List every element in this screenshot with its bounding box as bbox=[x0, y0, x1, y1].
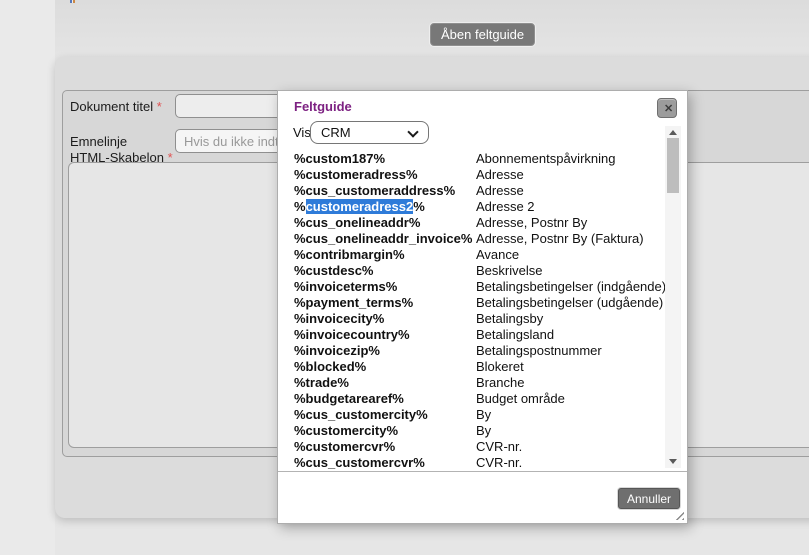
field-desc: Adresse bbox=[476, 167, 524, 183]
field-code[interactable]: %budgetarearef% bbox=[294, 391, 404, 407]
list-item[interactable]: %customeradress% Adresse bbox=[294, 167, 653, 183]
field-desc: Beskrivelse bbox=[476, 263, 542, 279]
list-item[interactable]: %customercity% By bbox=[294, 423, 653, 439]
field-code[interactable]: %cus_customercvr% bbox=[294, 455, 425, 471]
field-code[interactable]: %cus_customeraddress% bbox=[294, 183, 455, 199]
field-code[interactable]: %cus_onelineaddr_invoice% bbox=[294, 231, 472, 247]
field-desc: Blokeret bbox=[476, 359, 524, 375]
field-code[interactable]: %invoicecity% bbox=[294, 311, 384, 327]
list-item[interactable]: %custdesc% Beskrivelse bbox=[294, 263, 653, 279]
list-item[interactable]: %invoicecountry% Betalingsland bbox=[294, 327, 653, 343]
field-code[interactable]: %payment_terms% bbox=[294, 295, 413, 311]
field-code[interactable]: %blocked% bbox=[294, 359, 366, 375]
annuller-button[interactable]: Annuller bbox=[618, 488, 680, 509]
footer-divider bbox=[278, 471, 687, 472]
field-code[interactable]: %customercity% bbox=[294, 423, 398, 439]
field-code[interactable]: %trade% bbox=[294, 375, 349, 391]
list-item[interactable]: %payment_terms%Betalingsbetingelser (udg… bbox=[294, 295, 653, 311]
dialog-title: Feltguide bbox=[294, 99, 352, 114]
field-desc: Adresse, Postnr By bbox=[476, 215, 587, 231]
label-text: Emnelinje bbox=[70, 134, 127, 149]
field-desc: Betalingsby bbox=[476, 311, 543, 327]
scroll-up-icon[interactable] bbox=[669, 130, 677, 135]
list-item[interactable]: %blocked% Blokeret bbox=[294, 359, 653, 375]
list-item[interactable]: %custom187% Abonnementspåvirkning bbox=[294, 151, 653, 167]
list-item[interactable]: %trade% Branche bbox=[294, 375, 653, 391]
field-code[interactable]: %custdesc% bbox=[294, 263, 373, 279]
close-icon[interactable]: ✕ bbox=[657, 98, 677, 118]
vis-select-value: CRM bbox=[321, 125, 351, 140]
field-desc: Adresse 2 bbox=[476, 199, 535, 215]
field-code[interactable]: %cus_onelineaddr% bbox=[294, 215, 420, 231]
field-code[interactable]: %invoiceterms% bbox=[294, 279, 397, 295]
field-desc: Branche bbox=[476, 375, 524, 391]
list-item[interactable]: %cus_customeraddress% Adresse bbox=[294, 183, 653, 199]
selected-text: customeradress2 bbox=[306, 199, 414, 214]
field-desc: Betalingsland bbox=[476, 327, 554, 343]
field-desc: Adresse, Postnr By (Faktura) bbox=[476, 231, 644, 247]
field-desc: Betalingsbetingelser (indgående) bbox=[476, 279, 666, 295]
field-code[interactable]: %contribmargin% bbox=[294, 247, 405, 263]
field-code[interactable]: %invoicecountry% bbox=[294, 327, 410, 343]
field-desc: Betalingspostnummer bbox=[476, 343, 602, 359]
list-item[interactable]: %invoicecity% Betalingsby bbox=[294, 311, 653, 327]
list-item[interactable]: %invoiceterms%Betalingsbetingelser (indg… bbox=[294, 279, 653, 295]
list-item[interactable]: %budgetarearef% Budget område bbox=[294, 391, 653, 407]
scrollbar-thumb[interactable] bbox=[667, 138, 679, 193]
required-marker: * bbox=[157, 99, 162, 114]
clipped-icon-fragment bbox=[70, 0, 75, 3]
field-desc: Budget område bbox=[476, 391, 565, 407]
field-code[interactable]: %custom187% bbox=[294, 151, 385, 167]
open-feltguide-button[interactable]: Åben feltguide bbox=[430, 23, 535, 46]
field-code[interactable]: %customeradress2% bbox=[294, 199, 425, 215]
list-item[interactable]: %cus_customercity% By bbox=[294, 407, 653, 423]
field-desc: Betalingsbetingelser (udgående) bbox=[476, 295, 663, 311]
field-code[interactable]: %invoicezip% bbox=[294, 343, 380, 359]
list-item[interactable]: %cus_onelineaddr_invoice%Adresse, Postnr… bbox=[294, 231, 653, 247]
list-item[interactable]: %cus_customercvr% CVR-nr. bbox=[294, 455, 653, 471]
page: Åben feltguide Dokument titel * Emnelinj… bbox=[0, 0, 809, 555]
vis-select[interactable]: CRM bbox=[310, 121, 429, 144]
list-item[interactable]: %customeradress2% Adresse 2 bbox=[294, 199, 653, 215]
list-item[interactable]: %customercvr% CVR-nr. bbox=[294, 439, 653, 455]
scroll-down-icon[interactable] bbox=[669, 459, 677, 464]
feltguide-dialog: Feltguide ✕ Vis CRM %custom187% Abonnemen… bbox=[277, 90, 688, 524]
field-code[interactable]: %customercvr% bbox=[294, 439, 395, 455]
field-desc: CVR-nr. bbox=[476, 455, 522, 471]
field-desc: Adresse bbox=[476, 183, 524, 199]
list-item[interactable]: %cus_onelineaddr% Adresse, Postnr By bbox=[294, 215, 653, 231]
field-desc: By bbox=[476, 423, 491, 439]
field-code[interactable]: %customeradress% bbox=[294, 167, 418, 183]
dokument-titel-label: Dokument titel * bbox=[70, 99, 162, 114]
field-desc: Abonnementspåvirkning bbox=[476, 151, 615, 167]
label-text: Dokument titel bbox=[70, 99, 153, 114]
scrollbar[interactable] bbox=[665, 126, 681, 468]
vis-label: Vis bbox=[293, 125, 311, 140]
emnelinje-label: Emnelinje bbox=[70, 134, 127, 149]
field-desc: Avance bbox=[476, 247, 519, 263]
field-desc: By bbox=[476, 407, 491, 423]
list-item[interactable]: %contribmargin% Avance bbox=[294, 247, 653, 263]
field-code[interactable]: %cus_customercity% bbox=[294, 407, 428, 423]
list-item[interactable]: %invoicezip% Betalingspostnummer bbox=[294, 343, 653, 359]
field-desc: CVR-nr. bbox=[476, 439, 522, 455]
resize-handle-icon[interactable] bbox=[673, 509, 684, 520]
chevron-down-icon bbox=[407, 126, 418, 137]
